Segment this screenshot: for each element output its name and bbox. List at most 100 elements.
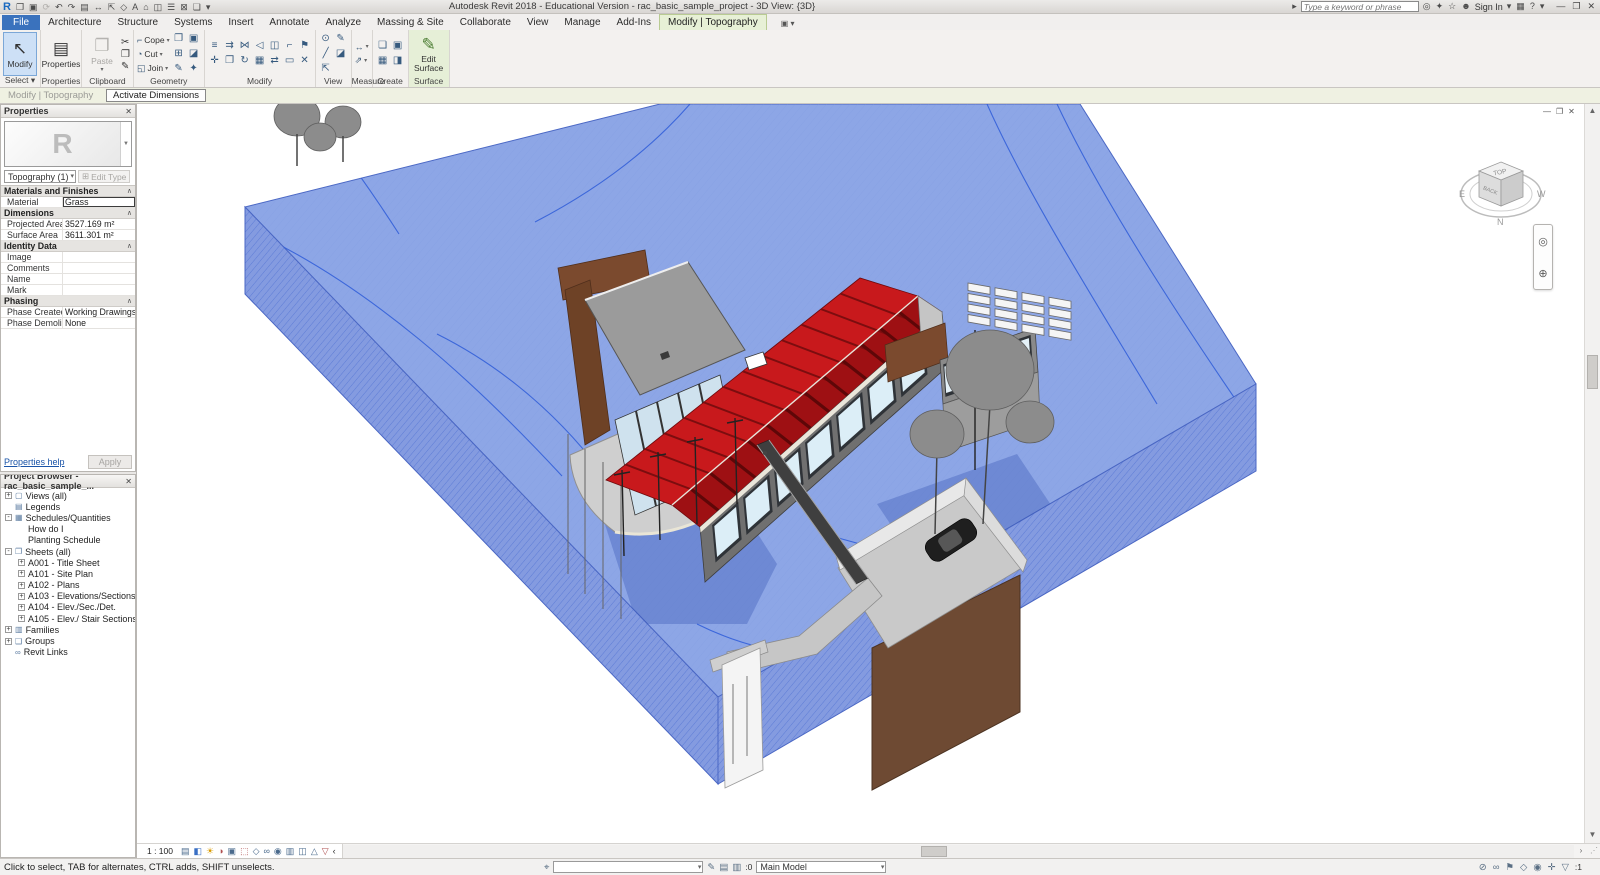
property-value[interactable]: [63, 274, 135, 284]
temporary-hide-isolate-icon[interactable]: ∞: [264, 846, 270, 856]
paste-button[interactable]: ❐ Paste ▾: [85, 32, 119, 76]
help-dropdown-icon[interactable]: ▾: [1540, 1, 1545, 12]
measure-between-refs-icon[interactable]: ↔▾: [355, 40, 369, 53]
tree-item[interactable]: +A001 - Title Sheet: [1, 557, 135, 568]
tree-item[interactable]: -▦Schedules/Quantities: [1, 512, 135, 523]
tree-expander-icon[interactable]: +: [18, 593, 25, 600]
properties-help-link[interactable]: Properties help: [4, 457, 65, 467]
cut-to-clipboard-icon[interactable]: ✂: [121, 37, 130, 48]
tree-item[interactable]: +❑Groups: [1, 635, 135, 646]
cut-button-dropdown-icon[interactable]: ▾: [160, 51, 163, 58]
apply-button[interactable]: Apply: [88, 455, 132, 469]
filter-icon[interactable]: ▽: [1562, 862, 1569, 873]
tree-expander-icon[interactable]: +: [18, 604, 25, 611]
worksharing-display-icon[interactable]: ▥: [286, 846, 295, 857]
viewcube[interactable]: E N W TOP BACK: [1455, 142, 1547, 238]
tree-item[interactable]: +A103 - Elevations/Sections: [1, 591, 135, 602]
tab-view[interactable]: View: [519, 15, 557, 30]
tab-insert[interactable]: Insert: [220, 15, 261, 30]
exclude-options-icon[interactable]: ⊘: [1479, 862, 1487, 873]
cutaway-icon[interactable]: ◪: [334, 47, 348, 61]
tree-expander-icon[interactable]: +: [5, 626, 12, 633]
text-icon[interactable]: A: [132, 1, 138, 13]
property-section-header[interactable]: Phasing∧: [1, 296, 135, 307]
select-by-face-icon[interactable]: ◉: [1533, 862, 1541, 873]
tab-structure[interactable]: Structure: [109, 15, 166, 30]
tree-expander-icon[interactable]: -: [5, 548, 12, 555]
split-face-icon[interactable]: ◪: [187, 47, 201, 61]
reveal-constraints-icon[interactable]: ▽: [322, 846, 329, 857]
revit-logo[interactable]: R: [3, 1, 11, 13]
search-icon[interactable]: ◎: [1423, 1, 1431, 12]
design-options-icon[interactable]: ▥: [732, 862, 741, 873]
worksets-search-icon[interactable]: ⌖: [544, 862, 549, 873]
paste-dropdown-icon[interactable]: ▾: [100, 66, 103, 73]
favorites-icon[interactable]: ☆: [1448, 1, 1456, 12]
editable-only-icon[interactable]: ✎: [707, 862, 715, 873]
rotate-icon[interactable]: ↻: [238, 54, 252, 68]
cut-button[interactable]: ◔Cut▾: [137, 48, 170, 61]
property-value[interactable]: 3527.169 m²: [63, 219, 135, 229]
create-group-icon[interactable]: ❏: [376, 39, 390, 53]
join-button-dropdown-icon[interactable]: ▾: [165, 65, 168, 72]
tree-item[interactable]: +▢Views (all): [1, 490, 135, 501]
temporary-view-properties-icon[interactable]: ◫: [298, 846, 307, 857]
property-section-header[interactable]: Materials and Finishes∧: [1, 186, 135, 197]
pin-icon[interactable]: ⚑: [298, 39, 312, 53]
tree-item[interactable]: +A105 - Elev./ Stair Sections: [1, 613, 135, 624]
3d-view-canvas[interactable]: [137, 104, 1584, 843]
shadows-icon[interactable]: ◑: [218, 846, 223, 856]
section-collapse-icon[interactable]: ∧: [127, 209, 132, 217]
displace-elements-icon[interactable]: ⇱: [319, 62, 333, 76]
tree-item[interactable]: +A102 - Plans: [1, 580, 135, 591]
activate-dimensions-button[interactable]: Activate Dimensions: [106, 89, 206, 102]
reveal-hidden-elements-icon[interactable]: ◉: [274, 846, 282, 857]
tree-item[interactable]: +A104 - Elev./Sec./Det.: [1, 602, 135, 613]
reveal-hidden-icon[interactable]: ⊙: [319, 32, 333, 46]
lock-3d-view-icon[interactable]: ◇: [253, 846, 260, 857]
crop-view-icon[interactable]: ▣: [228, 846, 237, 857]
section-collapse-icon[interactable]: ∧: [127, 297, 132, 305]
ribbon-display-toggle-icon[interactable]: ▣ ▾: [781, 19, 795, 30]
modify-button[interactable]: ↖ Modify: [3, 32, 37, 76]
tree-item[interactable]: -❐Sheets (all): [1, 546, 135, 557]
tree-expander-icon[interactable]: +: [18, 615, 25, 622]
measure-between-refs-icon-dropdown-icon[interactable]: ▾: [366, 43, 369, 50]
restore-icon[interactable]: ❐: [1572, 1, 1580, 12]
show-crop-region-icon[interactable]: ⬚: [240, 846, 249, 857]
tab-massing-site[interactable]: Massing & Site: [369, 15, 452, 30]
create-assembly-icon[interactable]: ▦: [376, 54, 390, 68]
close-icon[interactable]: ✕: [1587, 1, 1595, 12]
tree-expander-icon[interactable]: +: [5, 638, 12, 645]
tree-expander-icon[interactable]: +: [18, 582, 25, 589]
tree-expander-icon[interactable]: +: [18, 559, 25, 566]
horizontal-scrollbar[interactable]: › ⋰: [343, 844, 1600, 858]
scroll-up-icon[interactable]: ▲: [1585, 104, 1600, 119]
edit-type-button[interactable]: ⊞ Edit Type: [78, 170, 130, 183]
redo-icon[interactable]: ↷: [68, 1, 76, 13]
section-collapse-icon[interactable]: ∧: [127, 242, 132, 250]
aligned-dimension-icon-dropdown-icon[interactable]: ▾: [364, 57, 367, 64]
property-value[interactable]: Grass: [63, 197, 135, 207]
section-icon[interactable]: ◫: [154, 1, 163, 13]
trim-extend-icon[interactable]: ⌐: [283, 39, 297, 53]
section-collapse-icon[interactable]: ∧: [127, 187, 132, 195]
close-properties-icon[interactable]: ✕: [125, 107, 132, 116]
delete-icon[interactable]: ✕: [298, 54, 312, 68]
property-value[interactable]: [63, 285, 135, 295]
array-icon[interactable]: ▦: [253, 54, 267, 68]
mirror-pick-axis-icon[interactable]: ⋈: [238, 39, 252, 53]
help-icon[interactable]: ?: [1530, 1, 1535, 12]
compass-east[interactable]: E: [1459, 189, 1465, 199]
analytical-model-icon[interactable]: △: [311, 846, 318, 857]
active-workset-combo[interactable]: [553, 861, 703, 873]
tree-item[interactable]: +How do I: [1, 524, 135, 535]
help-search-input[interactable]: [1301, 1, 1419, 12]
compass-north[interactable]: N: [1497, 217, 1504, 227]
close-hidden-windows-icon[interactable]: ⊠: [180, 1, 188, 13]
linework-icon[interactable]: ╱: [319, 47, 333, 61]
beam-wall-join-icon[interactable]: ▣: [187, 32, 201, 46]
mirror-draw-axis-icon[interactable]: ◁: [253, 39, 267, 53]
unpin-icon[interactable]: ▭: [283, 54, 297, 68]
paint-icon[interactable]: ✎: [172, 62, 186, 76]
